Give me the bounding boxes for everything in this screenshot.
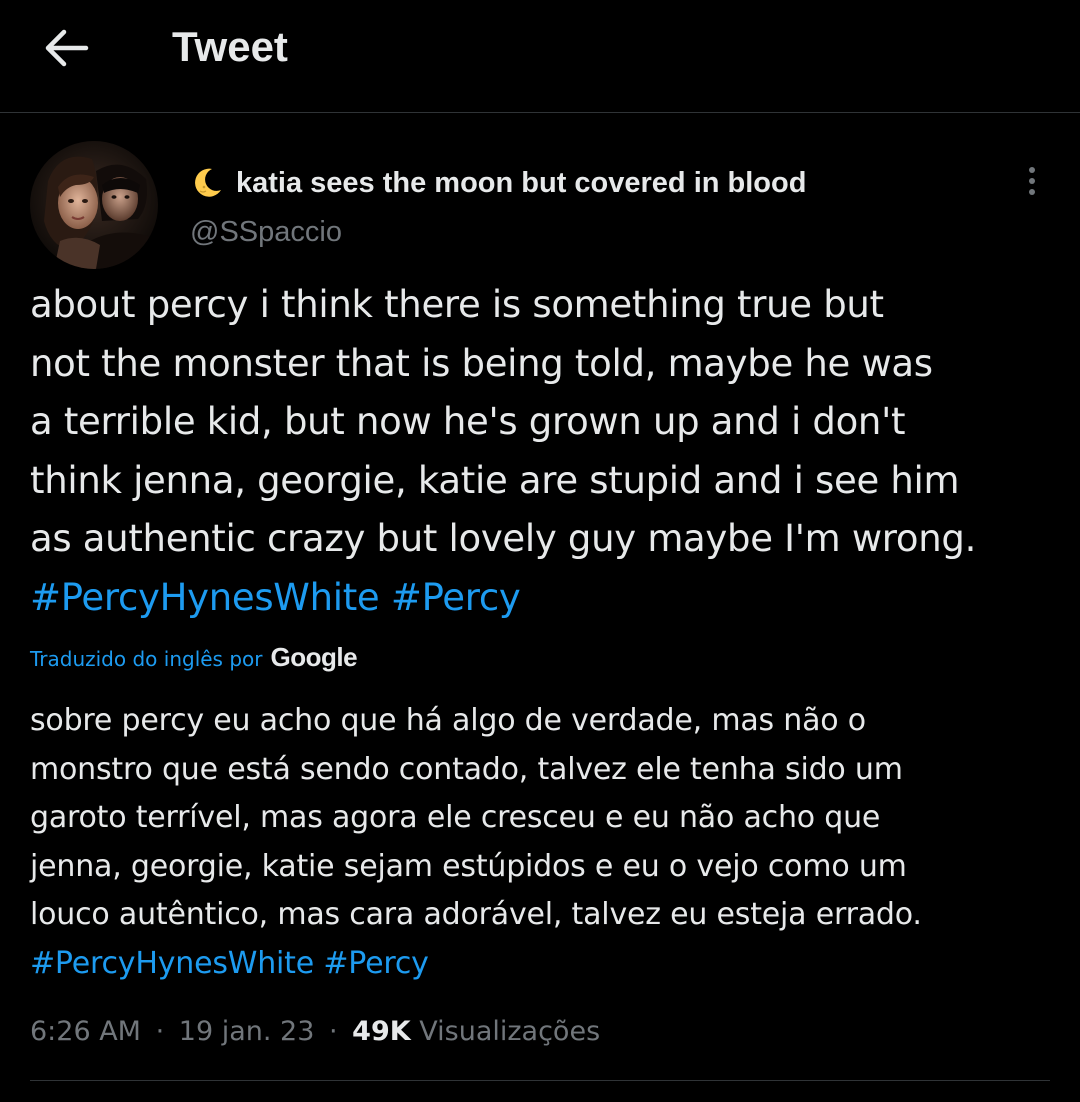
crescent-moon-emoji-icon [195, 168, 221, 197]
tweet-text-line: a terrible kid, but now he's grown up an… [30, 400, 906, 443]
translated-text-line: louco autêntico, mas cara adorável, talv… [30, 897, 922, 932]
more-options-button[interactable] [1012, 160, 1052, 204]
hashtag-link[interactable]: #Percy [323, 946, 429, 981]
tweet-text: about percy i think there is something t… [30, 276, 1060, 627]
hashtag-link[interactable]: #PercyHynesWhite [30, 946, 314, 981]
tweet-text-line: not the monster that is being told, mayb… [30, 341, 933, 385]
hashtag-link[interactable]: #PercyHynesWhite [30, 576, 380, 619]
tweet-date[interactable]: 19 jan. 23 [179, 1016, 315, 1047]
translation-label: Traduzido do inglês por [30, 647, 263, 671]
translated-hashtag-line: #PercyHynesWhite #Percy [30, 940, 1060, 989]
translated-text-line: sobre percy eu acho que há algo de verda… [30, 703, 866, 738]
more-vertical-icon [1029, 167, 1035, 195]
translated-text-line: jenna, georgie, katie sejam estúpidos e … [30, 848, 907, 884]
avatar[interactable] [30, 141, 158, 269]
back-button[interactable] [36, 18, 96, 78]
translated-text-line: garoto terrível, mas agora ele cresceu e… [30, 800, 881, 835]
translated-text: sobre percy eu acho que há algo de verda… [30, 697, 1060, 988]
tweet-text-line: as authentic crazy but lovely guy maybe … [30, 517, 977, 560]
user-handle[interactable]: @SSpaccio [190, 213, 342, 251]
arrow-left-icon [45, 29, 89, 67]
page-title: Tweet [172, 23, 288, 70]
avatar-photo [30, 141, 158, 269]
hashtag-line: #PercyHynesWhite #Percy [30, 569, 1060, 628]
tweet-text-line: think jenna, georgie, katie are stupid a… [30, 458, 960, 502]
views-count[interactable]: 49K [352, 1016, 411, 1047]
translated-text-line: monstro que está sendo contado, talvez e… [30, 751, 903, 787]
views-label[interactable]: Visualizações [419, 1016, 600, 1047]
tweet-text-line: about percy i think there is something t… [30, 283, 884, 326]
divider [30, 1080, 1050, 1081]
top-bar: Tweet [0, 0, 1080, 113]
translation-attribution[interactable]: Traduzido do inglês por Google [30, 642, 358, 673]
tweet-meta: 6:26 AM · 19 jan. 23 · 49K Visualizações [30, 1012, 600, 1052]
tweet-time[interactable]: 6:26 AM [30, 1016, 141, 1047]
meta-separator: · [328, 1016, 338, 1047]
hashtag-link[interactable]: #Percy [391, 576, 521, 619]
meta-separator: · [155, 1016, 165, 1047]
google-logo: Google [270, 642, 358, 672]
display-name[interactable]: katia sees the moon but covered in blood [190, 164, 806, 202]
display-name-text: katia sees the moon but covered in blood [236, 167, 807, 199]
